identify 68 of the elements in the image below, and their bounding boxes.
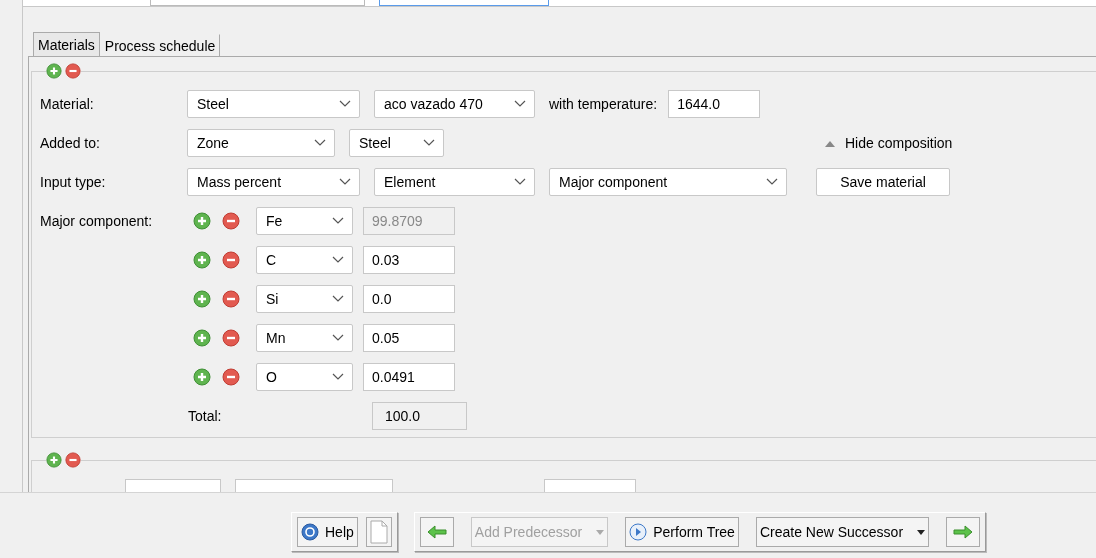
add-icon[interactable] bbox=[193, 212, 211, 230]
chevron-icon bbox=[339, 178, 351, 186]
dropdown[interactable]: Element bbox=[374, 168, 535, 196]
remove-icon[interactable] bbox=[65, 63, 81, 79]
total-field: 100.0 bbox=[372, 402, 467, 430]
caret-icon bbox=[596, 529, 605, 535]
dropdown[interactable]: Major component bbox=[549, 168, 787, 196]
tab[interactable]: Materials bbox=[33, 32, 100, 56]
field-label: Total: bbox=[188, 408, 223, 424]
menu-button[interactable]: Create New Successor bbox=[755, 517, 930, 547]
remove-icon[interactable] bbox=[222, 212, 240, 230]
right-arrow-icon bbox=[953, 525, 974, 539]
value-field[interactable]: 0.0491 bbox=[363, 363, 455, 391]
dropdown[interactable]: Mass percent bbox=[187, 168, 360, 196]
document-icon bbox=[369, 520, 388, 544]
document-button[interactable] bbox=[365, 517, 392, 547]
left-arrow-icon bbox=[426, 525, 447, 539]
temperature-field[interactable]: 1644.0 bbox=[668, 90, 761, 118]
composition-toggle[interactable]: Hide composition bbox=[825, 135, 953, 151]
forward-button[interactable] bbox=[946, 517, 981, 547]
chevron-icon bbox=[332, 295, 344, 303]
field-label: Material: bbox=[40, 96, 95, 112]
perform-button[interactable]: Perform Tree bbox=[625, 517, 739, 547]
remove-icon[interactable] bbox=[222, 329, 240, 347]
field-label: Added to: bbox=[40, 135, 101, 151]
remove-icon[interactable] bbox=[222, 290, 240, 308]
dropdown[interactable]: Zone bbox=[187, 129, 335, 157]
input-field[interactable] bbox=[150, 0, 365, 6]
dropdown[interactable]: Steel bbox=[349, 129, 444, 157]
chevron-icon bbox=[766, 178, 778, 186]
chevron-icon bbox=[339, 100, 351, 108]
collapse-icon bbox=[825, 139, 835, 147]
chevron-icon bbox=[423, 139, 435, 147]
add-icon[interactable] bbox=[193, 290, 211, 308]
chevron-icon bbox=[332, 373, 344, 381]
save-material-button[interactable]: Save material bbox=[816, 168, 950, 196]
caret-icon bbox=[917, 529, 926, 535]
chevron-icon bbox=[314, 139, 326, 147]
field-label: with temperature: bbox=[549, 96, 658, 112]
help-icon bbox=[301, 523, 319, 541]
dropdown[interactable]: Steel bbox=[187, 90, 360, 118]
input-field[interactable] bbox=[379, 0, 549, 6]
component-dropdown[interactable]: Mn bbox=[256, 324, 353, 352]
field-label: Input type: bbox=[40, 174, 107, 190]
field-label: Major component: bbox=[40, 213, 154, 229]
play-icon bbox=[629, 523, 648, 541]
component-dropdown[interactable]: C bbox=[256, 246, 353, 274]
remove-icon[interactable] bbox=[65, 452, 81, 468]
chevron-icon bbox=[332, 217, 344, 225]
add-icon[interactable] bbox=[193, 329, 211, 347]
add-icon[interactable] bbox=[46, 63, 62, 79]
value-field[interactable]: 0.05 bbox=[363, 324, 455, 352]
dropdown[interactable]: aco vazado 470 bbox=[374, 90, 535, 118]
component-dropdown[interactable]: Si bbox=[256, 285, 353, 313]
chevron-icon bbox=[332, 256, 344, 264]
chevron-icon bbox=[514, 100, 526, 108]
remove-icon[interactable] bbox=[222, 368, 240, 386]
value-field[interactable]: 0.03 bbox=[363, 246, 455, 274]
component-dropdown[interactable]: O bbox=[256, 363, 353, 391]
chevron-icon bbox=[332, 334, 344, 342]
chevron-icon bbox=[514, 178, 526, 186]
add-icon[interactable] bbox=[193, 368, 211, 386]
back-button[interactable] bbox=[419, 517, 454, 547]
remove-icon[interactable] bbox=[222, 251, 240, 269]
value-field[interactable]: 0.0 bbox=[363, 285, 455, 313]
help-button[interactable]: Help bbox=[297, 517, 358, 547]
add-icon[interactable] bbox=[193, 251, 211, 269]
add-icon[interactable] bbox=[46, 452, 62, 468]
